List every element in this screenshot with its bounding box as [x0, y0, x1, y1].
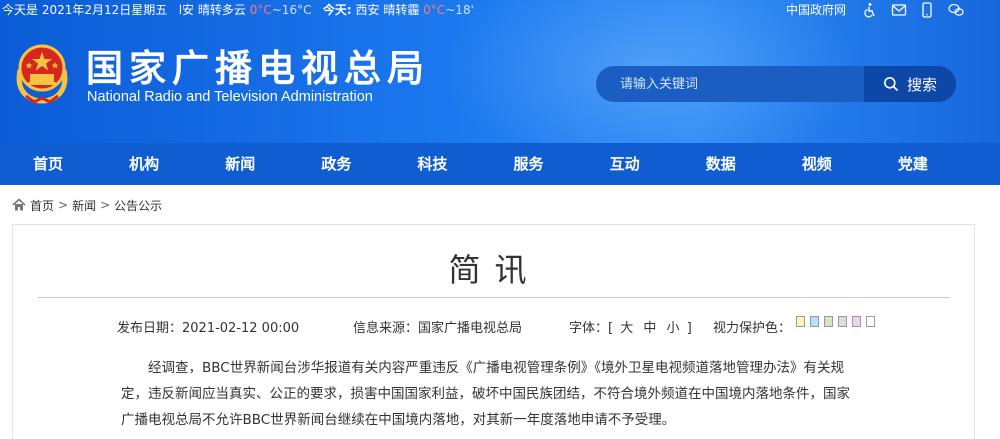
eye-care-swatch-white[interactable]	[866, 316, 875, 327]
breadcrumb-announcements[interactable]: 公告公示	[114, 197, 162, 214]
weather-low-1: ~16°C	[271, 3, 312, 17]
eye-care-swatch-gray[interactable]	[838, 316, 847, 327]
eye-care-swatch-green[interactable]	[824, 316, 833, 327]
main-nav: 首页 机构 新闻 政务 科技 服务 互动 数据 视频 党建	[0, 143, 1000, 185]
weather-info: 今天是 2021年2月12日星期五 l安 晴转多云 0°C~16°C 今天: 西…	[2, 0, 474, 20]
weather-condition-1: 晴转多云	[197, 3, 246, 17]
nav-item-organization[interactable]: 机构	[96, 143, 192, 185]
article-title: 简讯	[448, 251, 541, 289]
breadcrumb: 首页 > 新闻 > 公告公示	[12, 197, 162, 213]
eye-care-swatch-blue[interactable]	[810, 316, 819, 327]
breadcrumb-separator: >	[100, 198, 111, 212]
publish-date: 发布日期：2021-02-12 00:00	[117, 321, 300, 336]
font-size-control: 字体：[ 大 中 小 ]	[569, 317, 692, 336]
weather-city-2: 西安	[355, 3, 380, 17]
title-divider	[38, 297, 950, 298]
nav-item-technology[interactable]: 科技	[384, 143, 480, 185]
font-size-close-bracket: ]	[686, 321, 692, 336]
eye-care-label: 视力保护色：	[713, 321, 792, 336]
nav-item-video[interactable]: 视频	[769, 143, 865, 185]
eye-care-swatch-pink[interactable]	[852, 316, 861, 327]
search-input[interactable]	[596, 66, 864, 102]
weather-date: 今天是 2021年2月12日星期五	[2, 3, 168, 17]
article-panel: 简讯 发布日期：2021-02-12 00:00 信息来源：国家广播电视总局 字…	[12, 224, 975, 439]
nav-item-news[interactable]: 新闻	[192, 143, 288, 185]
nav-item-data[interactable]: 数据	[673, 143, 769, 185]
weather-high-1: 0°C	[249, 3, 272, 17]
nav-item-services[interactable]: 服务	[480, 143, 576, 185]
home-icon	[12, 198, 26, 211]
nav-item-interaction[interactable]: 互动	[577, 143, 673, 185]
site-title-en: National Radio and Television Administra…	[87, 89, 373, 105]
info-source: 信息来源：国家广播电视总局	[353, 321, 523, 336]
font-size-small[interactable]: 小	[667, 321, 680, 336]
font-size-large[interactable]: 大	[620, 321, 633, 336]
national-emblem-logo	[12, 40, 72, 106]
gov-portal-link[interactable]: 中国政府网	[786, 0, 846, 20]
weather-condition-2: 晴转霾	[383, 3, 420, 17]
site-header: 今天是 2021年2月12日星期五 l安 晴转多云 0°C~16°C 今天: 西…	[0, 0, 1000, 143]
nav-item-home[interactable]: 首页	[0, 143, 96, 185]
search-button-label: 搜索	[906, 75, 937, 94]
wechat-icon[interactable]	[948, 2, 964, 18]
article-body: 经调查，BBC世界新闻台涉华报道有关内容严重违反《广播电视管理条例》《境外卫星电…	[121, 360, 850, 428]
mail-icon[interactable]	[891, 2, 907, 18]
weather-today-label: 今天:	[322, 3, 352, 17]
weather-high-2: 0°C	[423, 3, 446, 17]
search-button[interactable]: 搜索	[864, 66, 956, 102]
breadcrumb-home[interactable]: 首页	[30, 197, 54, 214]
nav-item-government-affairs[interactable]: 政务	[288, 143, 384, 185]
nav-item-party-building[interactable]: 党建	[865, 143, 961, 185]
mobile-icon[interactable]	[919, 2, 935, 18]
accessibility-icon[interactable]	[862, 2, 878, 18]
top-bar: 今天是 2021年2月12日星期五 l安 晴转多云 0°C~16°C 今天: 西…	[0, 0, 1000, 20]
font-size-medium[interactable]: 中	[643, 321, 656, 336]
site-title-cn: 国家广播电视总局	[86, 47, 430, 90]
breadcrumb-separator: >	[58, 198, 69, 212]
weather-city-1: l安	[178, 3, 195, 17]
font-size-label: 字体：[	[569, 321, 614, 336]
search-icon	[883, 77, 899, 92]
search-box: 搜索	[596, 66, 956, 102]
eye-care-swatch-yellow[interactable]	[796, 316, 805, 327]
weather-low-2: ~18'	[445, 3, 474, 17]
breadcrumb-news[interactable]: 新闻	[72, 197, 96, 214]
